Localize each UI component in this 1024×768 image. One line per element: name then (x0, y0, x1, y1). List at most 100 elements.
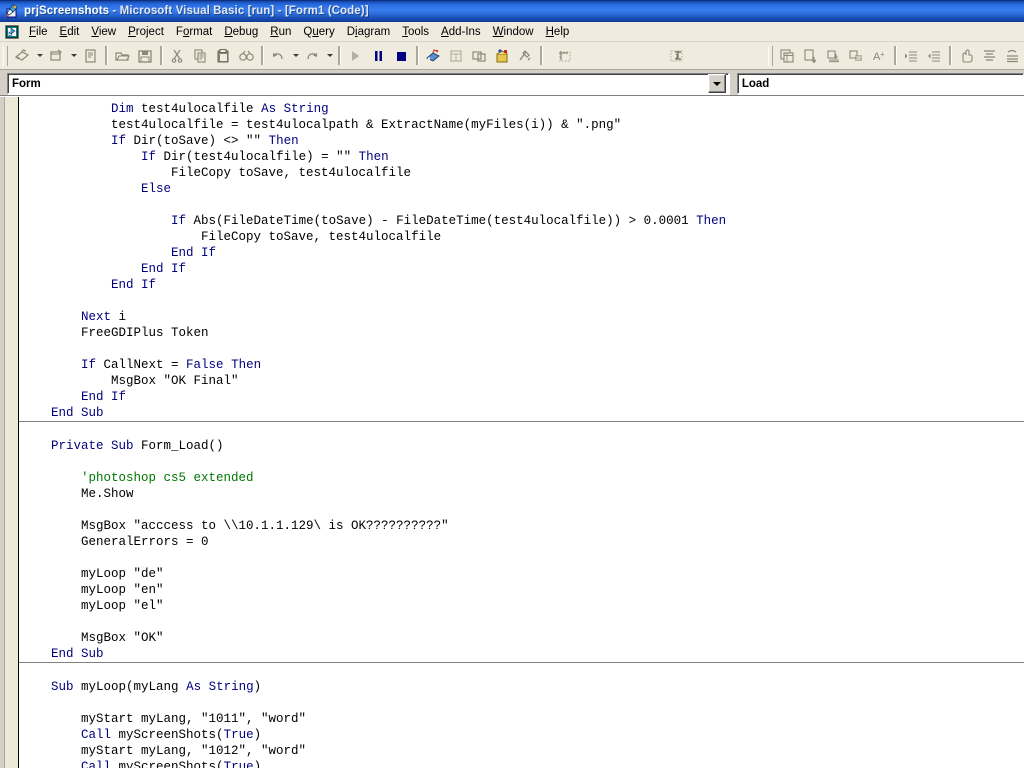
menu-file[interactable]: File (23, 24, 54, 40)
hand-icon[interactable] (955, 45, 978, 67)
menu-format[interactable]: Format (170, 24, 218, 40)
end-icon[interactable] (390, 45, 413, 67)
code-line[interactable] (19, 695, 1024, 711)
cut-icon[interactable] (166, 45, 189, 67)
new-view-icon[interactable] (799, 45, 822, 67)
verify-sql-syntax-icon[interactable]: A + (868, 45, 891, 67)
object-combo[interactable]: Form (7, 73, 729, 94)
new-stored-procedure-icon[interactable] (822, 45, 845, 67)
add-form-dropdown-icon[interactable] (68, 45, 79, 67)
db-toolbar-grip[interactable] (768, 45, 773, 66)
code-line[interactable]: Sub myLoop(myLang As String) (19, 679, 1024, 695)
data-view-icon[interactable] (546, 45, 586, 67)
start-icon[interactable] (344, 45, 367, 67)
code-line[interactable]: If Abs(FileDateTime(toSave) - FileDateTi… (19, 213, 1024, 229)
code-line[interactable] (19, 614, 1024, 630)
object-browser-icon[interactable] (491, 45, 514, 67)
code-line[interactable]: End If (19, 245, 1024, 261)
code-editor[interactable]: Dim test4ulocalfile As String test4uloca… (0, 96, 1024, 768)
code-line[interactable] (19, 293, 1024, 309)
code-line[interactable]: End If (19, 389, 1024, 405)
copy-icon[interactable] (189, 45, 212, 67)
code-line[interactable]: myLoop "en" (19, 582, 1024, 598)
new-trigger-icon[interactable] (845, 45, 868, 67)
procedure-combo[interactable]: Load (736, 73, 1024, 94)
code-line[interactable]: End If (19, 261, 1024, 277)
code-line[interactable]: If Dir(toSave) <> "" Then (19, 133, 1024, 149)
undo-icon[interactable] (267, 45, 290, 67)
code-line[interactable]: If Dir(test4ulocalfile) = "" Then (19, 149, 1024, 165)
svg-text:+: + (880, 50, 885, 59)
code-line[interactable]: myStart myLang, "1012", "word" (19, 743, 1024, 759)
code-line[interactable] (19, 454, 1024, 470)
code-line[interactable]: Call myScreenShots(True) (19, 759, 1024, 768)
code-line[interactable] (19, 197, 1024, 213)
open-project-icon[interactable] (111, 45, 134, 67)
save-project-icon[interactable] (134, 45, 157, 67)
mdi-document-icon[interactable] (4, 24, 20, 40)
add-project-icon[interactable] (11, 45, 34, 67)
code-line[interactable]: Else (19, 181, 1024, 197)
code-line[interactable]: Me.Show (19, 486, 1024, 502)
break-icon[interactable] (367, 45, 390, 67)
outdent-icon[interactable] (923, 45, 946, 67)
code-line[interactable]: Dim test4ulocalfile As String (19, 101, 1024, 117)
code-line[interactable] (19, 422, 1024, 438)
find-icon[interactable] (235, 45, 258, 67)
menu-run[interactable]: Run (264, 24, 297, 40)
code-line[interactable]: End Sub (19, 646, 1024, 662)
code-line[interactable]: test4ulocalfile = test4ulocalpath & Extr… (19, 117, 1024, 133)
add-project-dropdown-icon[interactable] (34, 45, 45, 67)
code-line[interactable]: myLoop "de" (19, 566, 1024, 582)
code-line[interactable]: FileCopy toSave, test4ulocalfile (19, 229, 1024, 245)
code-line[interactable] (19, 663, 1024, 679)
code-line[interactable] (19, 550, 1024, 566)
code-line[interactable]: MsgBox "acccess to \\10.1.1.129\ is OK??… (19, 518, 1024, 534)
code-line[interactable]: If CallNext = False Then (19, 357, 1024, 373)
menu-window[interactable]: Window (487, 24, 540, 40)
code-line[interactable]: MsgBox "OK Final" (19, 373, 1024, 389)
code-line[interactable]: End If (19, 277, 1024, 293)
add-form-icon[interactable] (45, 45, 68, 67)
code-line[interactable] (19, 341, 1024, 357)
menu-add-ins[interactable]: Add-Ins (435, 24, 487, 40)
toolbar-grip[interactable] (3, 45, 8, 66)
menu-project[interactable]: Project (122, 24, 170, 40)
code-line[interactable]: GeneralErrors = 0 (19, 534, 1024, 550)
code-line[interactable]: MsgBox "OK" (19, 630, 1024, 646)
position-icon[interactable] (1001, 45, 1024, 67)
undo-dropdown-icon[interactable] (290, 45, 301, 67)
toolbox-icon[interactable] (514, 45, 537, 67)
code-line[interactable]: End Sub (19, 405, 1024, 421)
margin-indicator-bar[interactable] (5, 97, 19, 768)
menu-query[interactable]: Query (297, 24, 340, 40)
align-icon[interactable] (978, 45, 1001, 67)
menu-debug[interactable]: Debug (218, 24, 264, 40)
new-table-icon[interactable] (776, 45, 799, 67)
menu-help[interactable]: Help (540, 24, 576, 40)
code-line[interactable]: Call myScreenShots(True) (19, 727, 1024, 743)
object-combo-dropdown-icon[interactable] (707, 74, 726, 93)
menu-view[interactable]: View (85, 24, 122, 40)
menu-diagram[interactable]: Diagram (341, 24, 396, 40)
indent-icon[interactable] (900, 45, 923, 67)
code-line[interactable]: myLoop "el" (19, 598, 1024, 614)
code-line[interactable]: FreeGDIPlus Token (19, 325, 1024, 341)
visual-component-manager-icon[interactable] (657, 45, 697, 67)
project-explorer-icon[interactable] (422, 45, 445, 67)
menu-edit[interactable]: Edit (54, 24, 86, 40)
redo-dropdown-icon[interactable] (324, 45, 335, 67)
redo-icon[interactable] (301, 45, 324, 67)
code-line[interactable]: myStart myLang, "1011", "word" (19, 711, 1024, 727)
code-text-area[interactable]: Dim test4ulocalfile As String test4uloca… (19, 97, 1024, 768)
code-line[interactable] (19, 502, 1024, 518)
menu-tools[interactable]: Tools (396, 24, 435, 40)
code-line[interactable]: Next i (19, 309, 1024, 325)
properties-window-icon[interactable] (445, 45, 468, 67)
code-line[interactable]: FileCopy toSave, test4ulocalfile (19, 165, 1024, 181)
code-line[interactable]: Private Sub Form_Load() (19, 438, 1024, 454)
menu-editor-icon[interactable] (79, 45, 102, 67)
form-layout-icon[interactable] (468, 45, 491, 67)
paste-icon[interactable] (212, 45, 235, 67)
code-line[interactable]: 'photoshop cs5 extended (19, 470, 1024, 486)
